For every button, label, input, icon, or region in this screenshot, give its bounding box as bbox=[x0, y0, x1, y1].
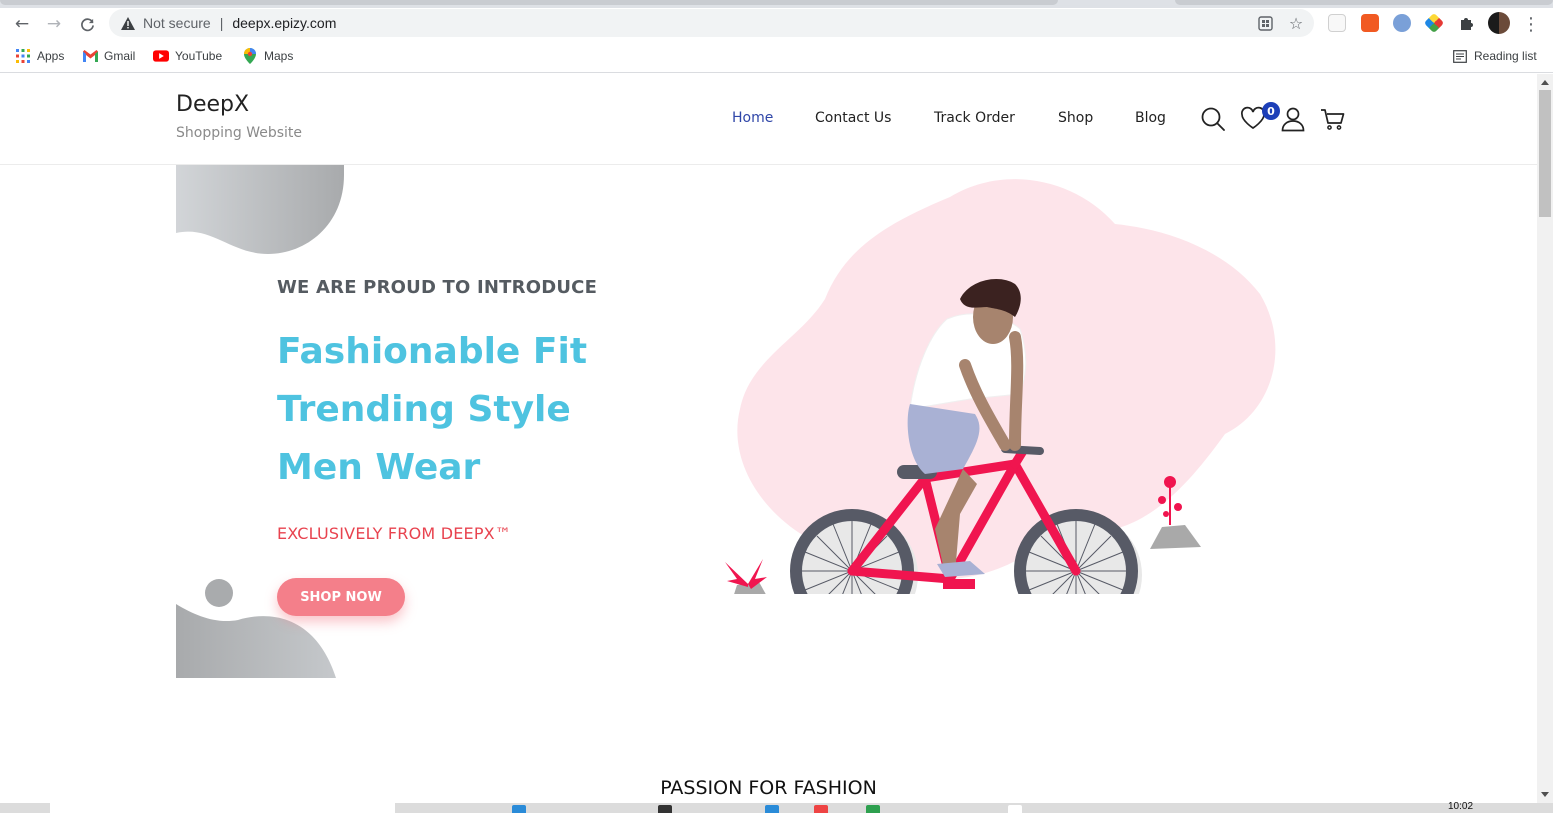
scrollbar-thumb[interactable] bbox=[1539, 90, 1551, 217]
wishlist-count-badge: 0 bbox=[1262, 102, 1280, 120]
scroll-up-arrow-icon[interactable] bbox=[1541, 80, 1549, 85]
bookmark-gmail[interactable]: Gmail bbox=[82, 47, 135, 65]
browser-tab[interactable] bbox=[1175, 0, 1553, 5]
apps-grid-icon bbox=[15, 48, 31, 64]
url-separator: | bbox=[219, 15, 224, 31]
bookmark-maps[interactable]: Maps bbox=[242, 47, 293, 65]
nav-blog[interactable]: Blog bbox=[1135, 110, 1166, 126]
bookmark-label: YouTube bbox=[175, 49, 223, 63]
user-account-icon[interactable] bbox=[1279, 105, 1307, 133]
hero-eyebrow: WE ARE PROUD TO INTRODUCE bbox=[277, 277, 598, 298]
extension-color-icon[interactable] bbox=[1423, 12, 1445, 34]
bookmark-label: Maps bbox=[264, 49, 294, 63]
os-taskbar: 10:02 bbox=[0, 801, 1553, 813]
nav-shop[interactable]: Shop bbox=[1058, 110, 1093, 126]
extensions-puzzle-icon[interactable] bbox=[1457, 14, 1475, 32]
taskbar-app-icon[interactable] bbox=[866, 805, 880, 813]
extension-globe-icon[interactable] bbox=[1393, 14, 1411, 32]
taskbar-search-box[interactable] bbox=[50, 803, 395, 813]
browser-tab[interactable] bbox=[0, 0, 1058, 5]
extension-blank-icon[interactable] bbox=[1328, 14, 1346, 32]
taskbar-clock[interactable]: 10:02 bbox=[1448, 801, 1473, 812]
more-menu-icon[interactable]: ⋮ bbox=[1521, 12, 1541, 36]
site-tagline: Shopping Website bbox=[176, 125, 303, 141]
browser-toolbar: ← → Not secure | deepx.epizy.com ☆ ⋮ bbox=[0, 8, 1553, 40]
youtube-icon bbox=[153, 48, 169, 64]
bookmark-label: Gmail bbox=[104, 49, 136, 63]
warning-icon[interactable] bbox=[121, 16, 135, 30]
scroll-down-arrow-icon[interactable] bbox=[1541, 792, 1549, 797]
nav-home[interactable]: Home bbox=[732, 110, 773, 126]
nav-contact-us[interactable]: Contact Us bbox=[815, 110, 891, 126]
reload-icon[interactable] bbox=[75, 12, 99, 36]
hero-headline-line-3: Men Wear bbox=[277, 447, 481, 488]
hero-illustration-cyclist bbox=[725, 179, 1276, 594]
address-bar[interactable]: Not secure | deepx.epizy.com bbox=[109, 9, 1314, 37]
hero-headline-line-1: Fashionable Fit bbox=[277, 331, 588, 372]
section-title: PASSION FOR FASHION bbox=[660, 777, 877, 799]
reading-list-icon bbox=[1452, 48, 1468, 64]
url-text[interactable]: deepx.epizy.com bbox=[232, 15, 336, 31]
taskbar-chrome-icon[interactable] bbox=[814, 805, 828, 813]
bookmark-star-icon[interactable]: ☆ bbox=[1287, 14, 1305, 33]
taskbar-app-icon[interactable] bbox=[658, 805, 672, 813]
profile-avatar[interactable] bbox=[1488, 12, 1510, 34]
shopping-cart-icon[interactable] bbox=[1319, 105, 1347, 133]
site-logo[interactable]: DeepX bbox=[176, 92, 249, 117]
browser-tab-strip bbox=[0, 0, 1553, 8]
taskbar-app-icon[interactable] bbox=[512, 805, 526, 813]
bookmarks-bar: Apps Gmail YouTube Maps Reading list bbox=[0, 40, 1553, 73]
back-arrow-icon[interactable]: ← bbox=[10, 12, 34, 36]
page-viewport: DeepX Shopping Website Home Contact Us T… bbox=[0, 74, 1537, 803]
reading-list-button[interactable]: Reading list bbox=[1452, 47, 1537, 65]
security-label[interactable]: Not secure bbox=[143, 15, 211, 31]
taskbar-app-icon[interactable] bbox=[1008, 805, 1022, 813]
forward-arrow-icon[interactable]: → bbox=[42, 12, 66, 36]
hero-headline-line-2: Trending Style bbox=[277, 389, 571, 430]
taskbar-app-icon[interactable] bbox=[765, 805, 779, 813]
extension-office-icon[interactable] bbox=[1361, 14, 1379, 32]
decorative-top-shape bbox=[176, 165, 344, 254]
qr-code-icon[interactable] bbox=[1256, 14, 1274, 32]
page-scrollbar[interactable] bbox=[1537, 74, 1553, 803]
shop-now-button[interactable]: SHOP NOW bbox=[277, 578, 405, 616]
search-icon[interactable] bbox=[1199, 105, 1227, 133]
hero-subline: EXCLUSIVELY FROM DEEPX™ bbox=[277, 524, 512, 543]
gmail-icon bbox=[82, 48, 98, 64]
reading-list-label: Reading list bbox=[1474, 49, 1537, 63]
maps-icon bbox=[242, 48, 258, 64]
bookmark-label: Apps bbox=[37, 49, 65, 63]
site-header: DeepX Shopping Website Home Contact Us T… bbox=[0, 74, 1537, 165]
bookmark-apps[interactable]: Apps bbox=[15, 47, 64, 65]
nav-track-order[interactable]: Track Order bbox=[934, 110, 1015, 126]
bookmark-youtube[interactable]: YouTube bbox=[153, 47, 222, 65]
